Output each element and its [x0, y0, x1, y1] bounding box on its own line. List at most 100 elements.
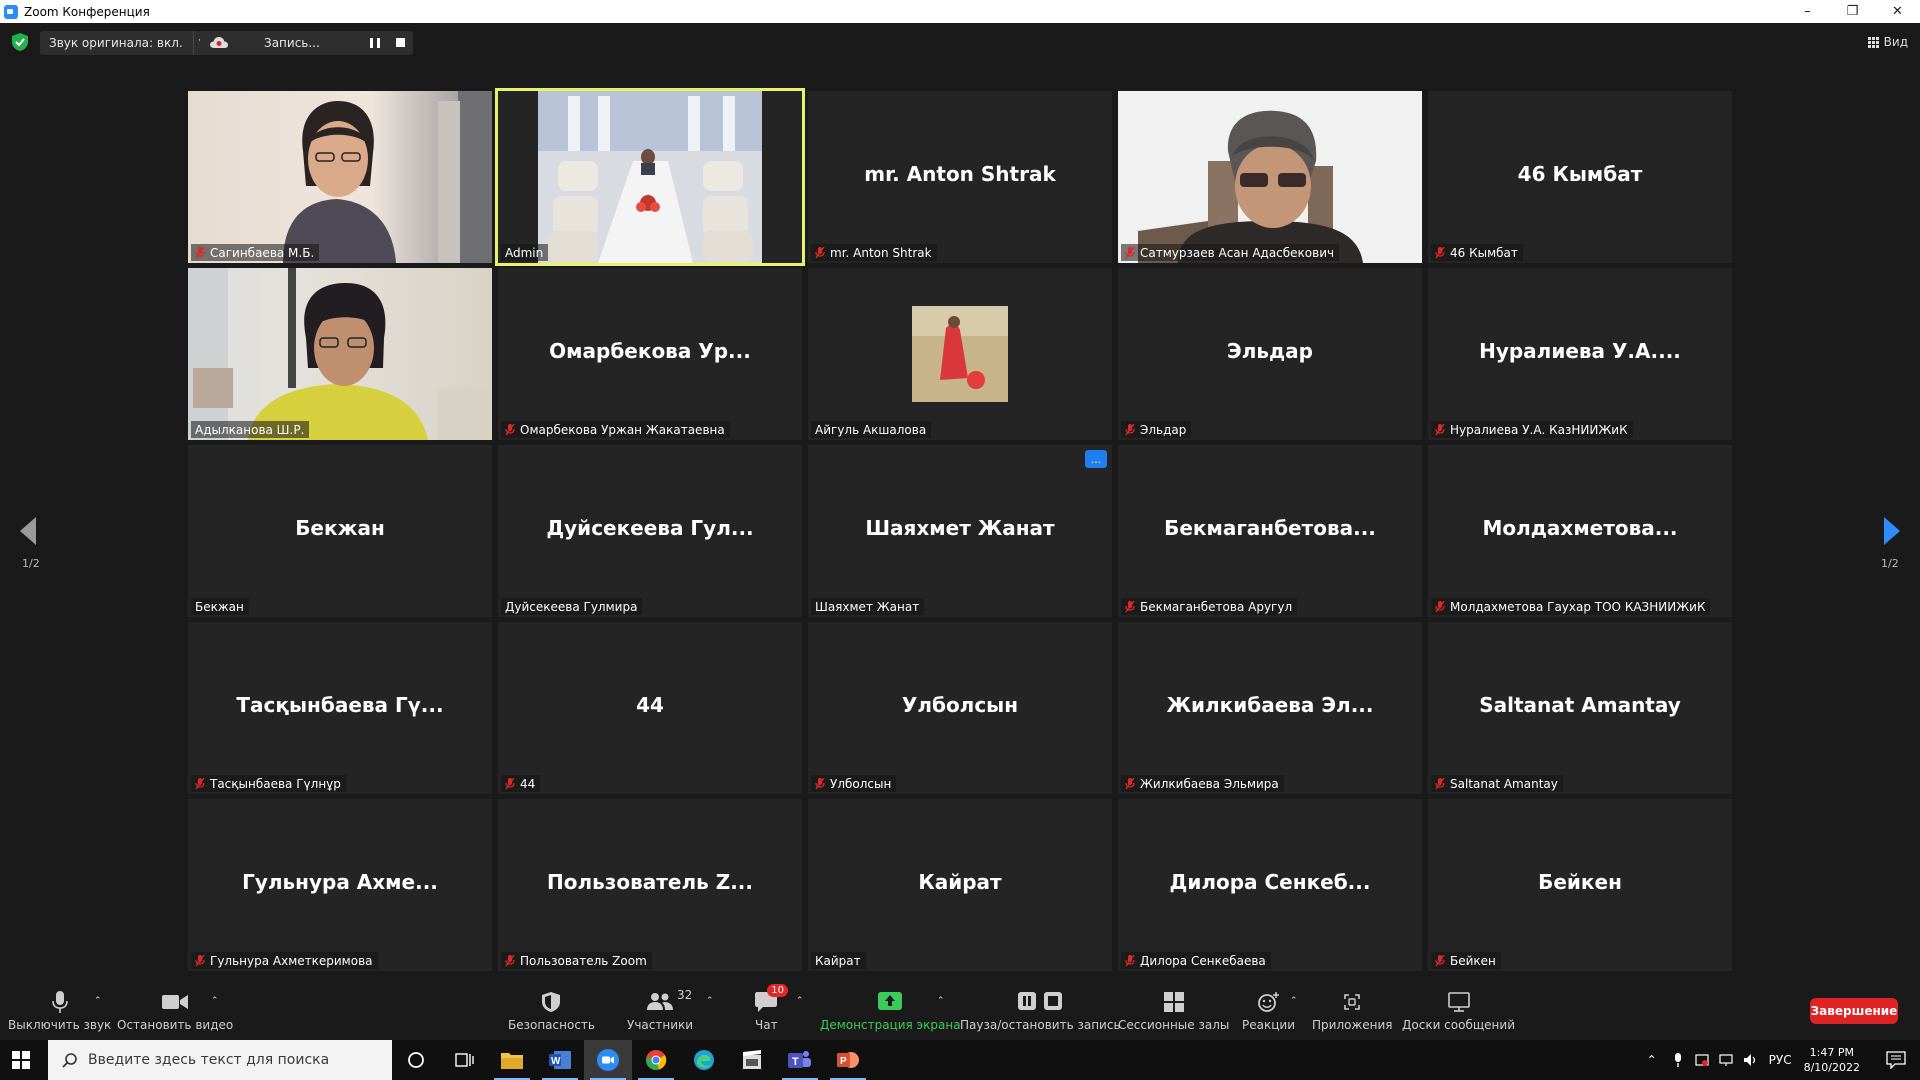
participant-tile[interactable]: Нуралиева У.А.... Нуралиева У.А. КазНИИЖи…: [1428, 268, 1732, 440]
participant-name: Пользователь Zoom: [520, 953, 647, 968]
original-sound-toggle[interactable]: Звук оригинала: вкл. ▼: [40, 31, 211, 55]
teams-icon[interactable]: T: [776, 1040, 824, 1080]
chat-button[interactable]: 10 Чат: [755, 984, 789, 1032]
participant-tile[interactable]: Сатмурзаев Асан Адасбекович: [1118, 91, 1422, 263]
search-placeholder: Введите здесь текст для поиска: [88, 1052, 330, 1068]
participant-name-label: mr. Anton Shtrak: [811, 244, 937, 261]
video-editor-icon[interactable]: [728, 1040, 776, 1080]
participant-tile[interactable]: Сагинбаева М.Б.: [188, 91, 492, 263]
participants-count: 32: [677, 988, 693, 1002]
participants-icon: [647, 993, 674, 1010]
edge-icon[interactable]: [680, 1040, 728, 1080]
participant-tile[interactable]: Бекмаганбетова... Бекмаганбетова Аругул: [1118, 445, 1422, 617]
participant-tile[interactable]: 44 44: [498, 622, 802, 794]
participant-name-label: Нуралиева У.А. КазНИИЖиК: [1431, 421, 1633, 438]
participant-tile[interactable]: Эльдар Эльдар: [1118, 268, 1422, 440]
participant-name: Сатмурзаев Асан Адасбекович: [1140, 245, 1335, 260]
participant-tile[interactable]: Жилкибаева Эл... Жилкибаева Эльмира: [1118, 622, 1422, 794]
tile-more-options-button[interactable]: ...: [1085, 450, 1107, 468]
windows-taskbar: Введите здесь текст для поиска W T P ⌃ Р…: [0, 1040, 1920, 1080]
security-button[interactable]: Безопасность: [508, 990, 595, 1032]
shield-icon[interactable]: [12, 33, 28, 51]
participants-chevron-icon[interactable]: ⌃: [706, 996, 714, 1006]
file-explorer-icon[interactable]: [488, 1040, 536, 1080]
participant-display-name: Дилора Сенкеб...: [1169, 870, 1371, 894]
participant-name-label: Сагинбаева М.Б.: [191, 244, 320, 261]
participant-tile[interactable]: Кайрат Кайрат: [808, 799, 1112, 971]
participant-tile[interactable]: Saltanat Amantay Saltanat Amantay: [1428, 622, 1732, 794]
reactions-button[interactable]: Реакции: [1242, 990, 1295, 1032]
security-shield-icon: [542, 992, 561, 1012]
chat-unread-badge: 10: [767, 984, 789, 997]
participant-tile[interactable]: Бекжан Бекжан: [188, 445, 492, 617]
stop-recording-icon[interactable]: [396, 38, 405, 47]
participant-tile[interactable]: Адылканова Ш.Р.: [188, 268, 492, 440]
pause-stop-recording-button[interactable]: Пауза/остановить запись: [960, 990, 1121, 1032]
whiteboards-button[interactable]: Доски сообщений: [1402, 990, 1515, 1032]
participant-tile[interactable]: Бейкен Бейкен: [1428, 799, 1732, 971]
taskbar-clock[interactable]: 1:47 PM 8/10/2022: [1804, 1045, 1860, 1075]
participant-tile[interactable]: Улболсын Улболсын: [808, 622, 1112, 794]
window-titlebar: Zoom Конференция – ❐ ✕: [0, 0, 1920, 23]
participant-name: Молдахметова Гаухар ТОО КАЗНИИЖиК: [1450, 599, 1706, 614]
tray-chevron-up-icon[interactable]: ⌃: [1647, 1053, 1661, 1067]
participant-tile[interactable]: Гульнура Ахме... Гульнура Ахметкеримова: [188, 799, 492, 971]
participants-button[interactable]: 32 Участники: [627, 988, 693, 1032]
security-label: Безопасность: [508, 1018, 595, 1032]
close-icon[interactable]: ✕: [1875, 0, 1920, 23]
participant-name: Омарбекова Уржан Жакатаевна: [520, 422, 725, 437]
audio-options-chevron-icon[interactable]: ⌃: [94, 996, 102, 1006]
input-language[interactable]: РУС: [1769, 1053, 1792, 1067]
participant-tile[interactable]: Admin: [495, 88, 805, 266]
participant-tile[interactable]: Шаяхмет Жанат... Шаяхмет Жанат: [808, 445, 1112, 617]
participant-name: Тасқынбаева Гүлнұр: [210, 776, 341, 791]
chrome-icon[interactable]: [632, 1040, 680, 1080]
participant-tile[interactable]: Дилора Сенкеб... Дилора Сенкебаева: [1118, 799, 1422, 971]
previous-page-icon[interactable]: [20, 517, 38, 545]
participant-tile[interactable]: Дуйсекеева Гул... Дуйсекеева Гулмира: [498, 445, 802, 617]
apps-button[interactable]: Приложения: [1312, 990, 1393, 1032]
view-button[interactable]: Вид: [1867, 35, 1908, 49]
stop-video-label: Остановить видео: [117, 1018, 234, 1032]
restore-icon[interactable]: ❐: [1830, 0, 1875, 23]
participant-tile[interactable]: Молдахметова... Молдахметова Гаухар ТОО К…: [1428, 445, 1732, 617]
tray-microphone-icon[interactable]: [1671, 1053, 1685, 1067]
participant-name: Дилора Сенкебаева: [1140, 953, 1266, 968]
pause-recording-icon[interactable]: [370, 38, 380, 48]
participant-name-label: Пользователь Zoom: [501, 952, 652, 969]
reactions-chevron-icon[interactable]: ⌃: [1290, 996, 1298, 1006]
participant-tile[interactable]: Айгуль Акшалова: [808, 268, 1112, 440]
participant-name-label: Жилкибаева Эльмира: [1121, 775, 1284, 792]
powerpoint-icon[interactable]: P: [824, 1040, 872, 1080]
participant-name-label: Бекмаганбетова Аругул: [1121, 598, 1298, 615]
participant-tile[interactable]: Омарбекова Ур... Омарбекова Уржан Жакатае…: [498, 268, 802, 440]
participant-tile[interactable]: mr. Anton Shtrak mr. Anton Shtrak: [808, 91, 1112, 263]
video-options-chevron-icon[interactable]: ⌃: [211, 996, 219, 1006]
tray-volume-icon[interactable]: [1743, 1053, 1757, 1067]
participant-tile[interactable]: 46 Кымбат 46 Кымбат: [1428, 91, 1732, 263]
word-icon[interactable]: W: [536, 1040, 584, 1080]
cortana-icon[interactable]: [392, 1040, 440, 1080]
windows-start-icon[interactable]: [12, 1051, 30, 1069]
task-view-icon[interactable]: [440, 1040, 488, 1080]
tray-security-icon[interactable]: [1695, 1053, 1709, 1067]
zoom-taskbar-icon[interactable]: [584, 1040, 632, 1080]
share-options-chevron-icon[interactable]: ⌃: [937, 996, 945, 1006]
apps-label: Приложения: [1312, 1018, 1393, 1032]
view-label: Вид: [1883, 35, 1908, 49]
next-page-icon[interactable]: [1882, 517, 1900, 545]
chat-chevron-icon[interactable]: ⌃: [796, 996, 804, 1006]
participant-name: mr. Anton Shtrak: [830, 245, 932, 260]
participant-tile[interactable]: Пользователь Z... Пользователь Zoom: [498, 799, 802, 971]
taskbar-search-box[interactable]: Введите здесь текст для поиска: [48, 1040, 392, 1080]
participant-tile[interactable]: Тасқынбаева Гү... Тасқынбаева Гүлнұр: [188, 622, 492, 794]
breakout-rooms-button[interactable]: Сессионные залы: [1118, 990, 1229, 1032]
reactions-label: Реакции: [1242, 1018, 1295, 1032]
notifications-icon[interactable]: [1886, 1051, 1906, 1069]
page-indicator-left: 1/2: [22, 557, 40, 570]
minimize-icon[interactable]: –: [1785, 0, 1830, 23]
tray-network-icon[interactable]: [1719, 1053, 1733, 1067]
clock-date: 8/10/2022: [1803, 1061, 1860, 1074]
end-meeting-button[interactable]: Завершение: [1810, 998, 1898, 1024]
recording-indicator: Запись...: [200, 31, 413, 55]
